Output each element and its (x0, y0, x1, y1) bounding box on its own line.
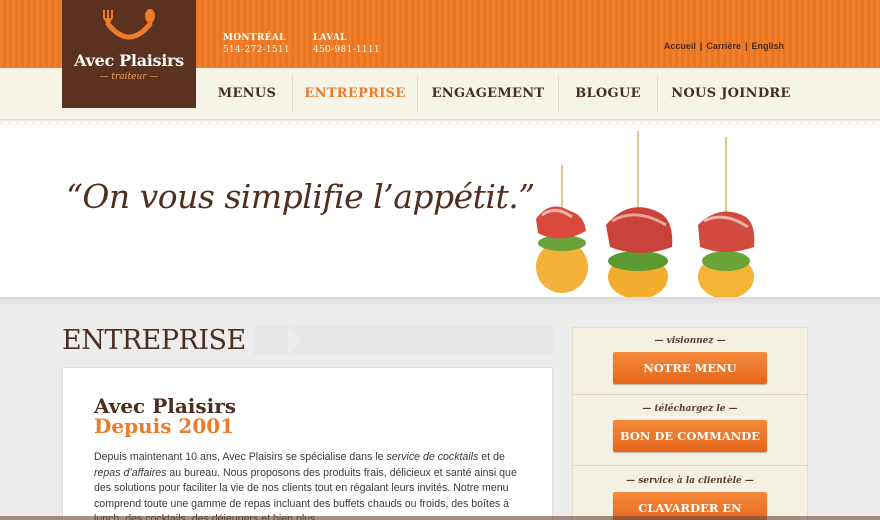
sidebar-block-commande: — téléchargez le — BON DE COMMANDE (573, 404, 807, 452)
body-text: Depuis maintenant 10 ans, Avec Plaisirs … (94, 451, 387, 463)
top-links: Accueil | Carrière | English (663, 41, 784, 51)
body-text: et de (478, 451, 505, 463)
link-english[interactable]: English (751, 41, 784, 51)
nav-engagement[interactable]: ENGAGEMENT (428, 68, 548, 120)
fork-spoon-plate-icon (103, 9, 155, 40)
sidebar-label: — visionnez — (654, 336, 726, 346)
section-title: ENTREPRISE (62, 327, 254, 355)
nav-divider (417, 76, 418, 112)
hero-banner: “On vous simplifie l’appétit.” (0, 121, 880, 297)
logo-subtitle: — traiteur — (99, 72, 159, 82)
bottom-edge (0, 516, 880, 520)
appetizer-skewers-image (536, 131, 755, 297)
phone-number[interactable]: 450-981-1111 (313, 44, 380, 56)
sidebar: — visionnez — NOTRE MENU — téléchargez l… (572, 327, 808, 520)
title-arrow (288, 327, 302, 355)
sidebar-divider (573, 465, 807, 466)
link-accueil[interactable]: Accueil (664, 41, 696, 51)
city-name: LAVAL (313, 33, 347, 43)
notre-menu-button[interactable]: NOTRE MENU (613, 352, 767, 384)
nav-menus[interactable]: MENUS (210, 68, 284, 120)
card-subheading: Depuis 2001 (94, 414, 235, 438)
link-carriere[interactable]: Carrière (706, 41, 741, 51)
body-emphasis: repas d’affaires (94, 466, 167, 479)
hero-tagline: “On vous simplifie l’appétit.” (66, 177, 535, 216)
sidebar-label: — téléchargez le — (642, 404, 738, 414)
phone-number[interactable]: 514-272-1511 (223, 44, 290, 56)
city-name: MONTRÉAL (223, 33, 286, 43)
content-card: Avec Plaisirs Depuis 2001 Depuis mainten… (62, 367, 553, 520)
nav-divider (292, 76, 293, 112)
sidebar-divider (573, 394, 807, 395)
contact-laval: LAVAL 450-981-1111 (313, 32, 380, 56)
contact-montreal: MONTRÉAL 514-272-1511 (223, 32, 290, 56)
hero-shadow (0, 297, 880, 305)
nav-entreprise[interactable]: ENTREPRISE (301, 68, 409, 120)
card-paragraph: Depuis maintenant 10 ans, Avec Plaisirs … (94, 450, 522, 520)
sidebar-block-menu: — visionnez — NOTRE MENU (573, 336, 807, 384)
card-heading: Avec Plaisirs (94, 394, 237, 418)
nav-divider (558, 76, 559, 112)
site-logo[interactable]: Avec Plaisirs — traiteur — (62, 0, 196, 108)
logo-brand: Avec Plaisirs (74, 51, 184, 70)
nav-blogue[interactable]: BLOGUE (566, 68, 650, 120)
sidebar-block-chat: — service à la clientèle — CLAVARDER EN … (573, 476, 807, 520)
nav-divider (657, 76, 658, 112)
body-emphasis: service de cocktails (386, 451, 479, 463)
nav-nous-joindre[interactable]: NOUS JOINDRE (668, 68, 794, 120)
bon-de-commande-button[interactable]: BON DE COMMANDE (613, 420, 767, 452)
section-title-bar: ENTREPRISE (62, 327, 553, 355)
sidebar-label: — service à la clientèle — (626, 476, 754, 486)
